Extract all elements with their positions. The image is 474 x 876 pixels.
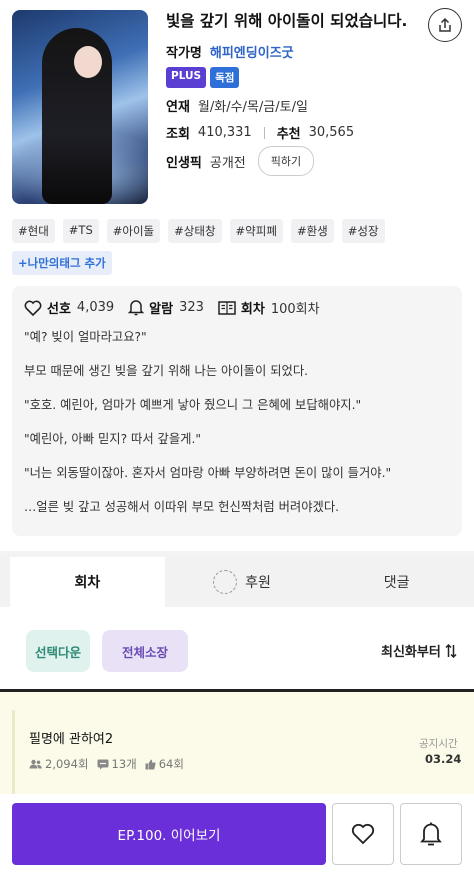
- bell-icon: [128, 300, 145, 316]
- serial-days: 월/화/수/목/금/토/일: [197, 100, 308, 115]
- notice-meta: 2,094회 13개 64회: [29, 756, 184, 772]
- continue-reading-button[interactable]: EP.100. 이어보기: [12, 803, 326, 865]
- pick-label: 인생픽: [166, 155, 202, 171]
- tab-support[interactable]: 후원: [165, 557, 320, 607]
- people-icon: [29, 759, 42, 769]
- book-icon: [218, 300, 236, 315]
- synopsis-line: 부모 때문에 생긴 빚을 갚기 위해 나는 아이돌이 되었다.: [24, 364, 309, 378]
- tag-item[interactable]: #상태창: [168, 219, 222, 243]
- cover-face: [74, 46, 102, 78]
- recommend-label: 추천: [276, 127, 301, 142]
- tag-item[interactable]: #TS: [62, 219, 99, 243]
- author-link[interactable]: 해피엔딩이즈굿: [210, 42, 294, 61]
- author-row: 작가명 해피엔딩이즈굿: [166, 42, 294, 61]
- favorite-stat[interactable]: 선호 4,039: [24, 298, 114, 317]
- sort-label: 최신화부터: [381, 645, 441, 660]
- episodes-label: 회차: [240, 302, 265, 317]
- thumbs-up-icon: [145, 759, 156, 769]
- select-download-button[interactable]: 선택다운: [26, 630, 90, 672]
- synopsis-box: 선호 4,039 알람 323 회차 100회차 "예? 빚이 얼마라고요?" …: [12, 286, 462, 536]
- views-count: 410,331: [197, 125, 252, 140]
- bell-icon: [420, 822, 442, 846]
- comments-stat: 13개: [97, 756, 137, 772]
- tag-item[interactable]: #성장: [341, 219, 385, 243]
- collect-all-button[interactable]: 전체소장: [102, 630, 188, 672]
- sort-arrows-icon: [445, 643, 457, 658]
- tab-support-label: 후원: [245, 575, 271, 591]
- likes-stat: 64회: [145, 756, 184, 772]
- tag-item[interactable]: #현대: [12, 219, 55, 243]
- alarm-button[interactable]: [400, 803, 462, 865]
- tag-list: #현대 #TS #아이돌 #상태창 #약피폐 #환생 #성장: [12, 219, 385, 243]
- badge-group: PLUS 독점: [166, 67, 240, 88]
- serial-row: 연재 월/화/수/목/금/토/일: [166, 96, 308, 115]
- share-icon: [439, 17, 451, 32]
- cover-image[interactable]: [12, 10, 148, 204]
- alarm-stat[interactable]: 알람 323: [128, 298, 204, 317]
- plus-badge: PLUS: [166, 67, 207, 88]
- add-tag-button[interactable]: +나만의태그 추가: [12, 251, 112, 275]
- readers-count: 2,094회: [45, 757, 89, 771]
- synopsis-line: "호호. 예린아, 엄마가 예쁘게 낳아 줬으니 그 은혜에 보답해야지.": [24, 398, 362, 412]
- bottom-action-bar: EP.100. 이어보기: [0, 794, 474, 876]
- synopsis-line: …얼른 빚 갚고 성공해서 이따위 부모 헌신짝처럼 버려야겠다.: [24, 500, 340, 514]
- favorite-button[interactable]: [332, 803, 394, 865]
- episode-toolbar: 선택다운 전체소장 최신화부터: [0, 607, 474, 689]
- tab-comments[interactable]: 댓글: [319, 557, 474, 607]
- heart-icon: [24, 300, 42, 316]
- notice-section: 필명에 관하여2 2,094회 13개 64회 공지시간 03.24: [0, 692, 474, 794]
- views-label: 조회: [166, 127, 190, 142]
- synopsis-stats: 선호 4,039 알람 323 회차 100회차: [24, 298, 450, 317]
- share-button[interactable]: [428, 8, 462, 42]
- alarm-count: 323: [179, 300, 204, 315]
- stats-row: 조회 410,331 추천 30,565: [166, 123, 354, 142]
- support-icon: [213, 570, 238, 594]
- exclusive-badge: 독점: [210, 67, 240, 88]
- comment-icon: [97, 759, 109, 769]
- notice-title: 필명에 관하여2: [29, 732, 114, 747]
- tab-bar: 회차 후원 댓글: [0, 557, 474, 607]
- author-label: 작가명: [166, 46, 202, 61]
- synopsis-line: "예? 빚이 얼마라고요?": [24, 330, 147, 344]
- tag-item[interactable]: #환생: [290, 219, 334, 243]
- synopsis-line: "예린아, 아빠 믿지? 따서 갚을게.": [24, 432, 202, 446]
- tab-episodes[interactable]: 회차: [10, 557, 165, 607]
- serial-label: 연재: [166, 100, 190, 115]
- episodes-stat: 회차 100회차: [218, 298, 320, 317]
- favorite-count: 4,039: [76, 300, 115, 315]
- tag-item[interactable]: #약피폐: [229, 219, 283, 243]
- episodes-count: 100회차: [270, 302, 320, 317]
- synopsis-line: "너는 외동딸이잖아. 혼자서 엄마랑 아빠 부양하려면 돈이 많이 들거야.": [24, 466, 392, 480]
- notice-time-label: 공지시간: [419, 738, 458, 750]
- likes-count: 64회: [158, 757, 184, 771]
- pick-row: 인생픽 공개전 픽하기: [166, 146, 315, 176]
- pick-status: 공개전: [209, 155, 246, 171]
- notice-item[interactable]: 필명에 관하여2 2,094회 13개 64회 공지시간 03.24: [12, 710, 462, 794]
- sort-button[interactable]: 최신화부터: [381, 641, 457, 660]
- tag-item[interactable]: #아이돌: [106, 219, 161, 243]
- alarm-label: 알람: [149, 302, 174, 317]
- recommend-count: 30,565: [308, 125, 355, 140]
- novel-title: 빛을 갚기 위해 아이돌이 되었습니다.: [166, 12, 408, 30]
- heart-icon: [351, 823, 375, 845]
- pick-button[interactable]: 픽하기: [257, 146, 315, 176]
- favorite-label: 선호: [47, 302, 71, 317]
- readers-stat: 2,094회: [29, 756, 89, 772]
- stats-divider: [263, 126, 265, 139]
- notice-time: 03.24: [425, 752, 462, 766]
- comments-count: 13개: [111, 757, 137, 771]
